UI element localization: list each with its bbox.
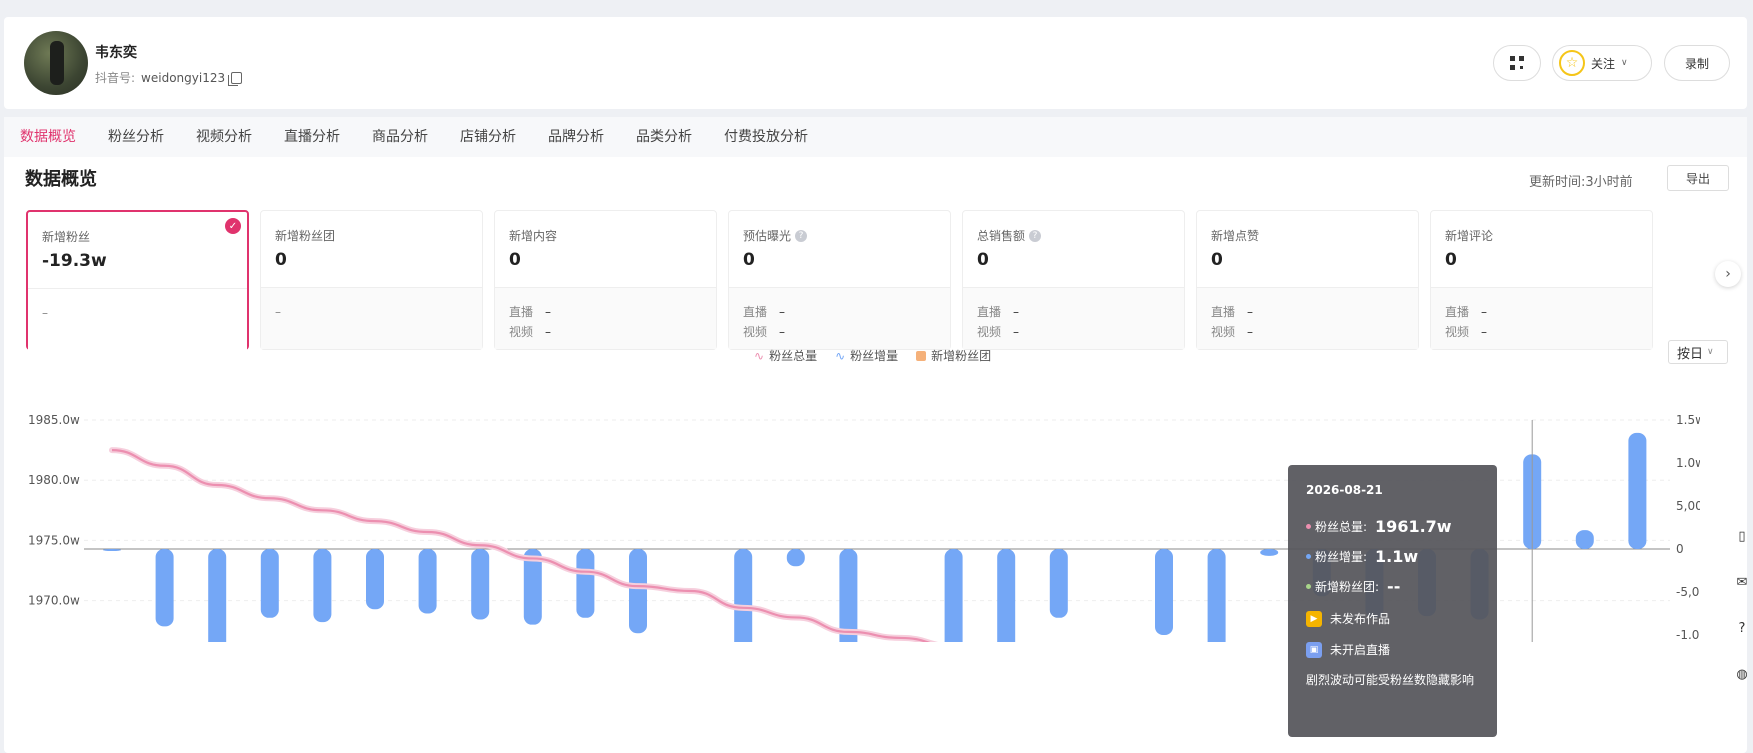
tooltip-total-label: 粉丝总量: xyxy=(1315,519,1368,534)
increment-bar[interactable] xyxy=(944,549,963,642)
video-icon: ▶ xyxy=(1306,610,1322,627)
increment-bar[interactable] xyxy=(471,549,490,620)
right-tick-label: 1.0w xyxy=(1676,456,1700,470)
increment-bar[interactable] xyxy=(1260,549,1279,556)
increment-bar[interactable] xyxy=(1049,549,1068,618)
tooltip-inc-row: 粉丝增量: 1.1w xyxy=(1306,541,1479,571)
right-tick-label: 0 xyxy=(1676,542,1684,556)
douyin-id-row: 抖音号: weidongyi123 xyxy=(95,69,243,86)
tooltip-group-row: 新增粉丝团: -- xyxy=(1306,571,1479,601)
increment-bar[interactable] xyxy=(997,549,1016,642)
douyin-id-value: weidongyi123 xyxy=(141,70,226,85)
tab-0[interactable]: 数据概览 xyxy=(20,117,92,157)
help-icon[interactable]: ? xyxy=(1731,617,1753,639)
export-button[interactable]: 导出 xyxy=(1667,165,1729,191)
update-time: 更新时间:3小时前 xyxy=(1529,175,1633,190)
live-icon: ▣ xyxy=(1306,641,1322,658)
increment-bar[interactable] xyxy=(629,549,647,634)
tooltip-no-video-text: 未发布作品 xyxy=(1330,612,1391,626)
left-tick-label: 1975.0w xyxy=(28,533,80,547)
increment-bar[interactable] xyxy=(839,549,858,642)
chart-tooltip: 2026-08-21 粉丝总量: 1961.7w 粉丝增量: 1.1w 新增粉丝… xyxy=(1288,465,1497,737)
right-tick-label: -5,000 xyxy=(1676,585,1700,599)
chevron-down-icon: ∨ xyxy=(1621,58,1628,68)
tab-8[interactable]: 付费投放分析 xyxy=(724,117,824,157)
increment-bar[interactable] xyxy=(260,549,279,618)
tooltip-date: 2026-08-21 xyxy=(1306,483,1383,497)
tooltip-total-row: 粉丝总量: 1961.7w xyxy=(1306,511,1479,541)
left-tick-label: 1980.0w xyxy=(28,473,80,487)
increment-bar[interactable] xyxy=(155,549,174,627)
tab-2[interactable]: 视频分析 xyxy=(196,117,268,157)
follow-button[interactable]: ☆ 关注 ∨ xyxy=(1552,45,1652,81)
qr-code-button[interactable] xyxy=(1493,45,1541,81)
follow-label: 关注 xyxy=(1591,56,1616,71)
tab-3[interactable]: 直播分析 xyxy=(284,117,356,157)
star-icon: ☆ xyxy=(1559,50,1585,76)
chevron-right-icon[interactable]: › xyxy=(1715,261,1741,287)
check-icon: ✓ xyxy=(225,218,241,234)
tab-7[interactable]: 品类分析 xyxy=(636,117,708,157)
tooltip-group-value: -- xyxy=(1387,576,1401,596)
tab-bar: 数据概览 粉丝分析 视频分析 直播分析 商品分析 店铺分析 品牌分析 品类分析 付费投放分析 xyxy=(4,117,1747,157)
increment-bar[interactable] xyxy=(418,549,437,614)
record-button[interactable]: 录制 xyxy=(1664,45,1730,81)
side-tools: ▯ ✉ ? ◍ xyxy=(1731,525,1753,685)
profile-card: 韦东奕 抖音号: weidongyi123 ☆ 关注 ∨ 录制 xyxy=(4,17,1747,109)
increment-bar[interactable] xyxy=(786,549,805,567)
tooltip-note: 剧烈波动可能受粉丝数隐藏影响 xyxy=(1306,673,1475,687)
tooltip-inc-label: 粉丝增量: xyxy=(1315,549,1368,564)
help-icon[interactable]: ? xyxy=(1029,229,1042,242)
increment-bar[interactable] xyxy=(1575,530,1594,549)
dot-icon xyxy=(1306,553,1311,559)
help-icon[interactable]: ? xyxy=(795,229,808,242)
increment-bar[interactable] xyxy=(313,549,332,623)
tooltip-no-live-text: 未开启直播 xyxy=(1330,643,1391,657)
right-tick-label: 5,000 xyxy=(1676,499,1700,513)
increment-bar[interactable] xyxy=(366,549,384,610)
tab-5[interactable]: 店铺分析 xyxy=(460,117,532,157)
wechat-icon[interactable]: ◍ xyxy=(1731,663,1753,685)
tab-4[interactable]: 商品分析 xyxy=(372,117,444,157)
increment-bar[interactable] xyxy=(734,549,753,642)
tooltip-total-value: 1961.7w xyxy=(1375,516,1452,536)
increment-bar[interactable] xyxy=(576,549,595,618)
tooltip-no-live: ▣ 未开启直播 xyxy=(1306,636,1479,663)
increment-bar[interactable] xyxy=(1207,549,1226,642)
right-tick-label: -1.0w xyxy=(1676,628,1700,642)
douyin-id-label: 抖音号: xyxy=(95,71,136,85)
section-title: 数据概览 xyxy=(25,169,97,190)
increment-bar[interactable] xyxy=(1155,549,1173,635)
dot-icon xyxy=(1306,583,1311,589)
avatar[interactable] xyxy=(24,31,88,95)
tab-6[interactable]: 品牌分析 xyxy=(548,117,620,157)
left-tick-label: 1970.0w xyxy=(28,594,80,608)
left-tick-label: 1985.0w xyxy=(28,413,80,427)
tooltip-inc-value: 1.1w xyxy=(1375,546,1419,566)
tooltip-no-video: ▶ 未发布作品 xyxy=(1306,605,1479,632)
qr-code-icon xyxy=(1510,56,1524,70)
increment-bar[interactable] xyxy=(208,549,227,642)
dot-icon xyxy=(1306,523,1311,529)
chevron-down-icon: ∨ xyxy=(1707,347,1714,357)
mail-icon[interactable]: ✉ xyxy=(1731,571,1753,593)
tab-1[interactable]: 粉丝分析 xyxy=(108,117,180,157)
right-tick-label: 1.5w xyxy=(1676,413,1700,427)
profile-name: 韦东奕 xyxy=(95,45,137,61)
tooltip-group-label: 新增粉丝团: xyxy=(1315,579,1380,594)
copy-icon[interactable] xyxy=(228,71,243,86)
phone-icon[interactable]: ▯ xyxy=(1731,525,1753,547)
increment-bar[interactable] xyxy=(103,549,121,551)
increment-bar[interactable] xyxy=(1628,432,1647,549)
